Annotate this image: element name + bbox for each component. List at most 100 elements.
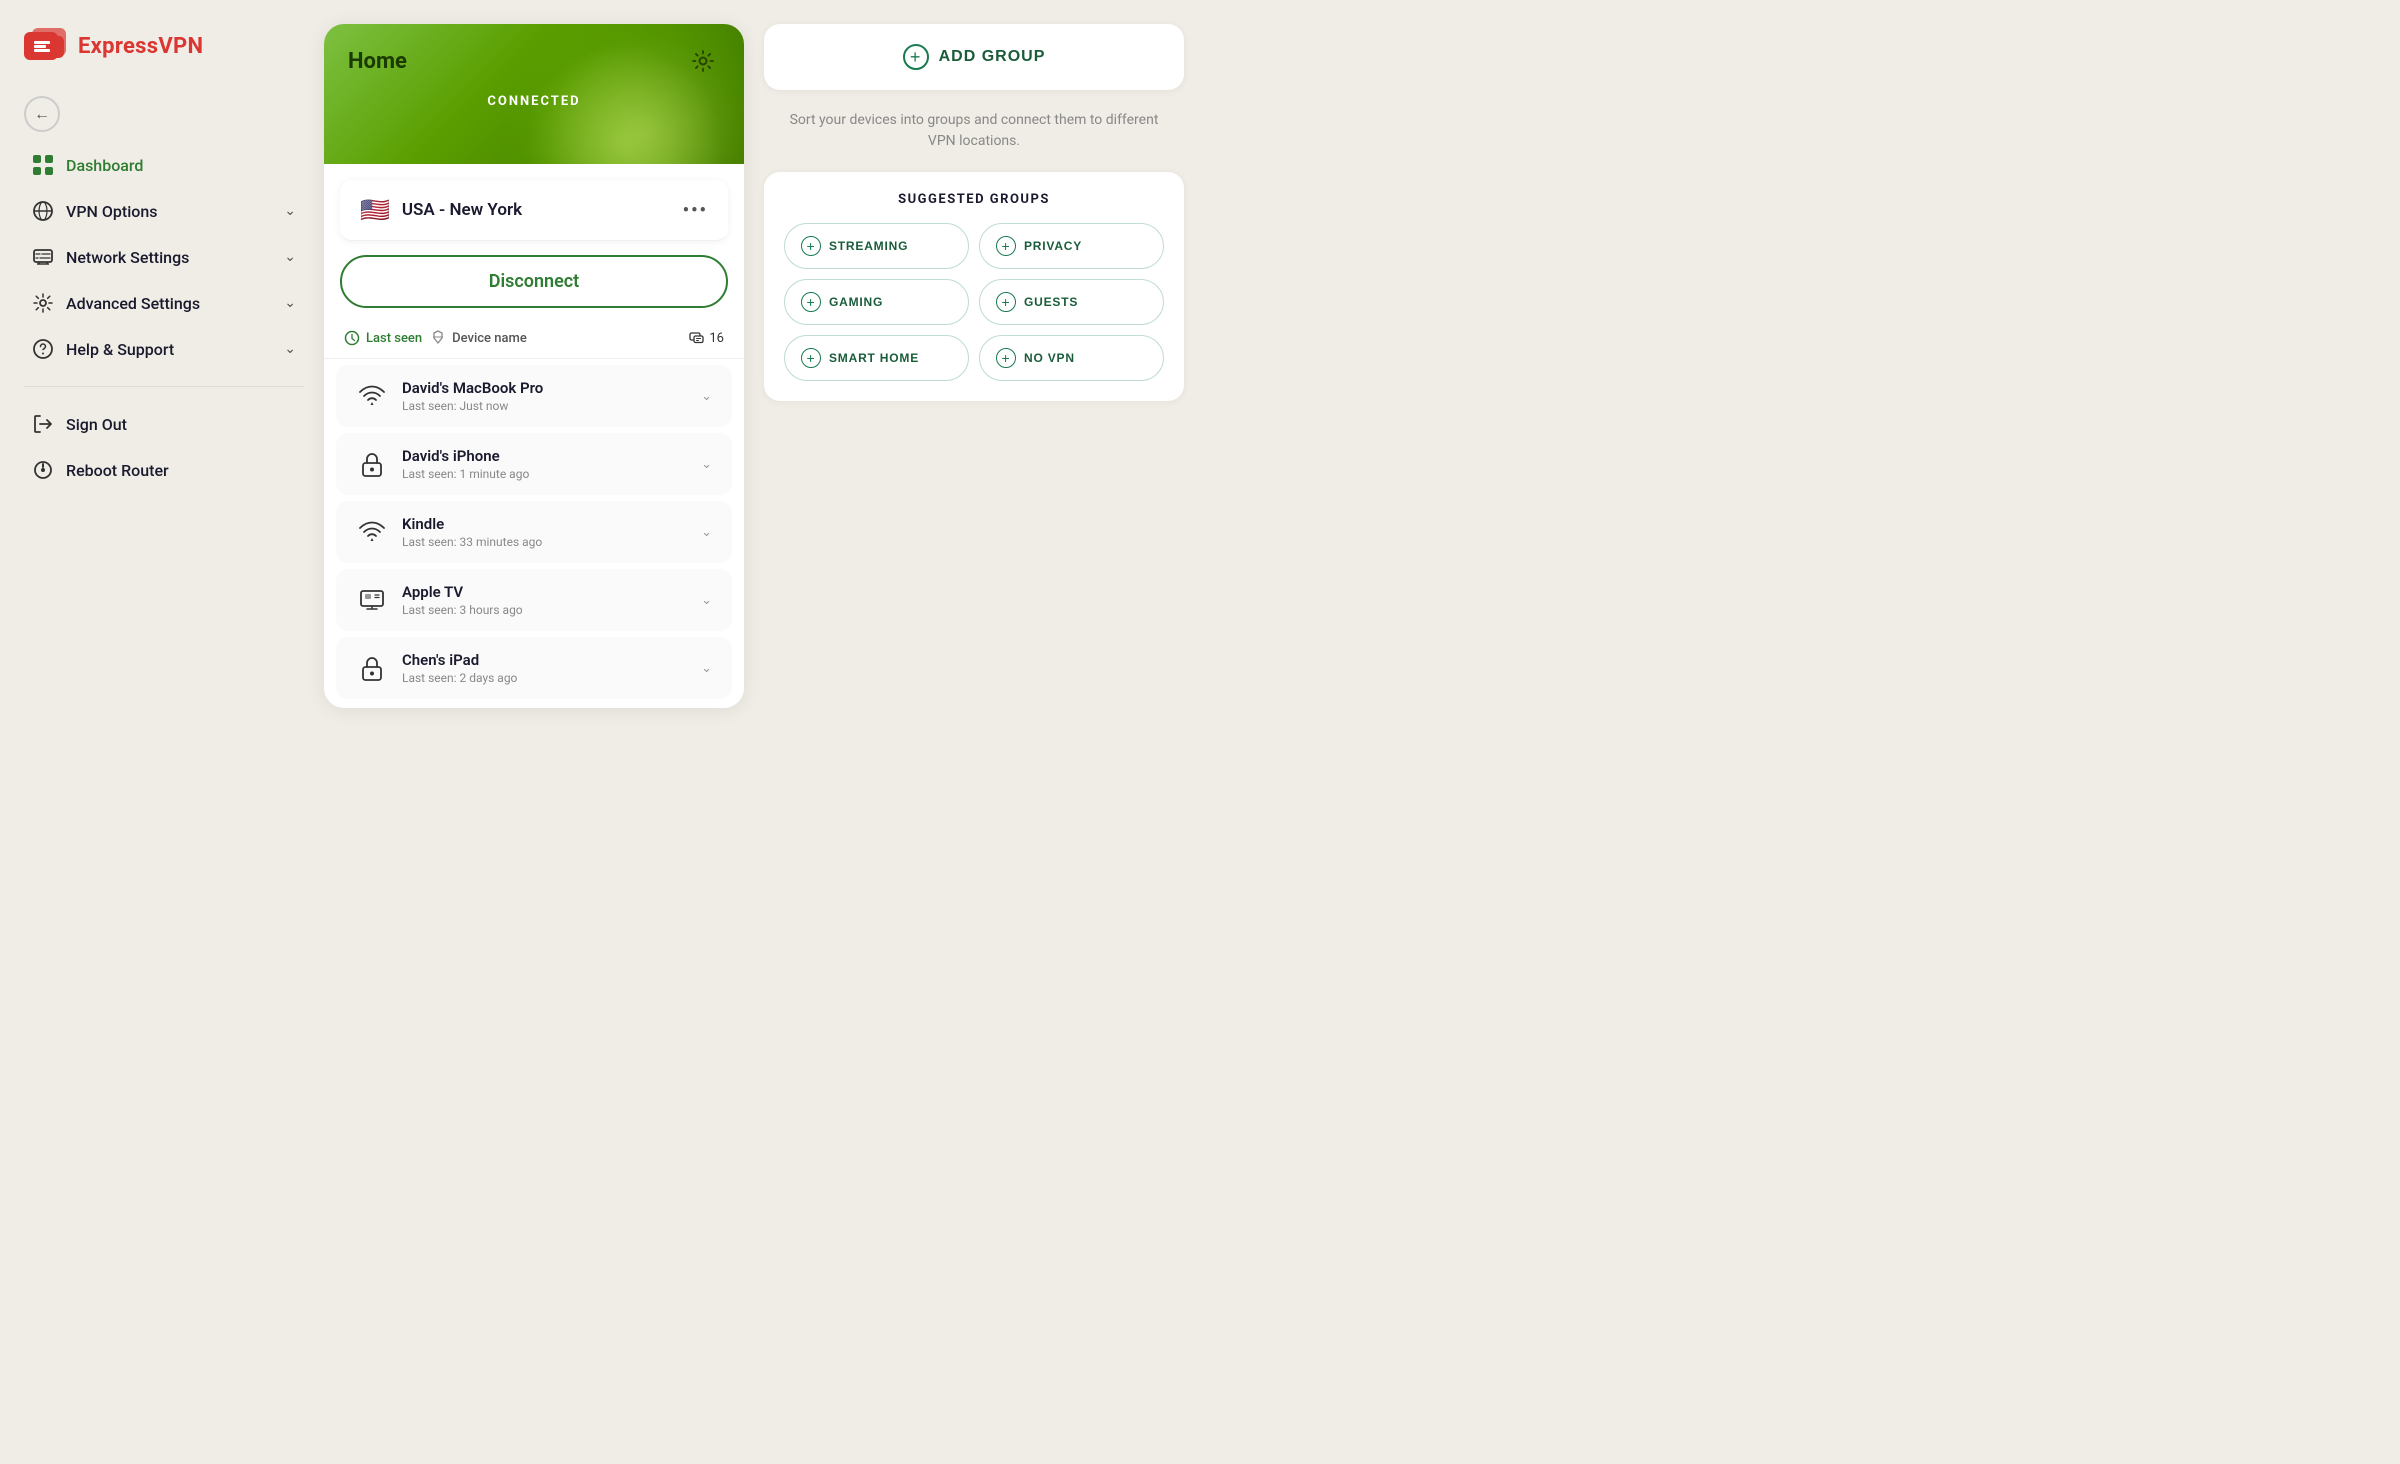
chevron-ipad-icon: ⌄	[701, 661, 712, 676]
location-name: USA - New York	[402, 200, 671, 220]
gaming-plus-icon: +	[801, 292, 821, 312]
nav-dashboard-label: Dashboard	[66, 156, 143, 175]
nav-item-sign-out[interactable]: Sign Out	[24, 403, 304, 445]
smart-home-label: SMART HOME	[829, 351, 919, 365]
disconnect-button[interactable]: Disconnect	[340, 255, 728, 308]
help-chevron-icon: ⌄	[284, 341, 296, 357]
device-seen-iphone: Last seen: 1 minute ago	[402, 467, 687, 481]
nav-network-label: Network Settings	[66, 248, 189, 267]
nav-item-advanced-settings[interactable]: Advanced Settings ⌄	[24, 282, 304, 324]
device-info-appletv: Apple TV Last seen: 3 hours ago	[402, 583, 687, 617]
add-group-plus-icon: +	[903, 44, 929, 70]
network-settings-icon	[32, 246, 54, 268]
sidebar: ExpressVPN ← Dashboard	[24, 24, 304, 708]
logo-area: ExpressVPN	[24, 28, 304, 64]
last-seen-header: Last seen	[344, 330, 422, 346]
device-seen-ipad: Last seen: 2 days ago	[402, 671, 687, 685]
device-seen-macbook: Last seen: Just now	[402, 399, 687, 413]
help-support-icon	[32, 338, 54, 360]
group-smart-home-button[interactable]: + SMART HOME	[784, 335, 969, 381]
device-item-macbook[interactable]: David's MacBook Pro Last seen: Just now …	[336, 365, 732, 427]
group-guests-button[interactable]: + GUESTS	[979, 279, 1164, 325]
suggested-groups-section: SUGGESTED GROUPS + STREAMING + PRIVACY +…	[764, 172, 1184, 401]
chevron-appletv-icon: ⌄	[701, 593, 712, 608]
nav-item-dashboard[interactable]: Dashboard	[24, 144, 304, 186]
gaming-label: GAMING	[829, 295, 883, 309]
group-gaming-button[interactable]: + GAMING	[784, 279, 969, 325]
nav-item-help-support[interactable]: Help & Support ⌄	[24, 328, 304, 370]
nav-item-vpn-options[interactable]: VPN Options ⌄	[24, 190, 304, 232]
privacy-label: PRIVACY	[1024, 239, 1082, 253]
device-name-appletv: Apple TV	[402, 583, 687, 601]
wifi-icon-kindle	[356, 516, 388, 548]
lock-icon-ipad	[356, 652, 388, 684]
device-seen-appletv: Last seen: 3 hours ago	[402, 603, 687, 617]
location-row[interactable]: 🇺🇸 USA - New York •••	[340, 180, 728, 241]
nav-item-network-settings[interactable]: Network Settings ⌄	[24, 236, 304, 278]
last-seen-label: Last seen	[366, 331, 422, 346]
network-chevron-icon: ⌄	[284, 249, 296, 265]
group-streaming-button[interactable]: + STREAMING	[784, 223, 969, 269]
device-name-macbook: David's MacBook Pro	[402, 379, 687, 397]
nav-reboot-label: Reboot Router	[66, 461, 169, 480]
no-vpn-plus-icon: +	[996, 348, 1016, 368]
reboot-router-icon	[32, 459, 54, 481]
location-flag: 🇺🇸	[360, 196, 390, 224]
group-no-vpn-button[interactable]: + NO VPN	[979, 335, 1164, 381]
smart-home-plus-icon: +	[801, 348, 821, 368]
add-group-button[interactable]: + ADD GROUP	[764, 24, 1184, 90]
chevron-kindle-icon: ⌄	[701, 525, 712, 540]
guests-plus-icon: +	[996, 292, 1016, 312]
group-privacy-button[interactable]: + PRIVACY	[979, 223, 1164, 269]
sidebar-divider	[24, 386, 304, 387]
sort-hint-text: Sort your devices into groups and connec…	[764, 110, 1184, 152]
more-options-button[interactable]: •••	[683, 200, 708, 221]
guests-label: GUESTS	[1024, 295, 1078, 309]
device-item-kindle[interactable]: Kindle Last seen: 33 minutes ago ⌄	[336, 501, 732, 563]
nav-vpn-label: VPN Options	[66, 202, 158, 221]
nav-sign-out-label: Sign Out	[66, 415, 127, 434]
vpn-chevron-icon: ⌄	[284, 203, 296, 219]
vpn-options-icon	[32, 200, 54, 222]
no-vpn-label: NO VPN	[1024, 351, 1075, 365]
chevron-iphone-icon: ⌄	[701, 457, 712, 472]
device-seen-kindle: Last seen: 33 minutes ago	[402, 535, 687, 549]
device-name-header: Device name	[430, 330, 681, 346]
add-group-label: ADD GROUP	[939, 48, 1046, 66]
nav-advanced-label: Advanced Settings	[66, 294, 200, 313]
device-name-label: Device name	[452, 331, 527, 346]
device-item-appletv[interactable]: Apple TV Last seen: 3 hours ago ⌄	[336, 569, 732, 631]
app-title: ExpressVPN	[78, 34, 203, 59]
device-item-iphone[interactable]: David's iPhone Last seen: 1 minute ago ⌄	[336, 433, 732, 495]
connected-status: CONNECTED	[348, 94, 720, 109]
lock-icon-iphone	[356, 448, 388, 480]
wifi-icon-macbook	[356, 380, 388, 412]
dashboard-icon	[32, 154, 54, 176]
back-button[interactable]: ←	[24, 96, 60, 132]
nav-item-reboot-router[interactable]: Reboot Router	[24, 449, 304, 491]
device-info-iphone: David's iPhone Last seen: 1 minute ago	[402, 447, 687, 481]
expressvpn-logo-icon	[24, 28, 68, 64]
streaming-plus-icon: +	[801, 236, 821, 256]
card-header: Home CONNECTED	[324, 24, 744, 164]
groups-grid: + STREAMING + PRIVACY + GAMING + GUESTS …	[784, 223, 1164, 381]
device-info-kindle: Kindle Last seen: 33 minutes ago	[402, 515, 687, 549]
nav-help-label: Help & Support	[66, 340, 174, 359]
back-arrow-icon: ←	[34, 104, 50, 124]
devices-count: 16	[689, 330, 724, 346]
settings-gear-button[interactable]	[686, 44, 720, 78]
chevron-macbook-icon: ⌄	[701, 389, 712, 404]
streaming-label: STREAMING	[829, 239, 908, 253]
card-body: 🇺🇸 USA - New York ••• Disconnect Last se…	[324, 164, 744, 708]
suggested-groups-title: SUGGESTED GROUPS	[784, 192, 1164, 207]
device-name-iphone: David's iPhone	[402, 447, 687, 465]
advanced-chevron-icon: ⌄	[284, 295, 296, 311]
device-info-ipad: Chen's iPad Last seen: 2 days ago	[402, 651, 687, 685]
sign-out-icon	[32, 413, 54, 435]
device-name-kindle: Kindle	[402, 515, 687, 533]
main-card: Home CONNECTED 🇺🇸 USA - New York ••• Dis…	[324, 24, 744, 708]
privacy-plus-icon: +	[996, 236, 1016, 256]
tv-icon-appletv	[356, 584, 388, 616]
advanced-settings-icon	[32, 292, 54, 314]
device-item-ipad[interactable]: Chen's iPad Last seen: 2 days ago ⌄	[336, 637, 732, 699]
